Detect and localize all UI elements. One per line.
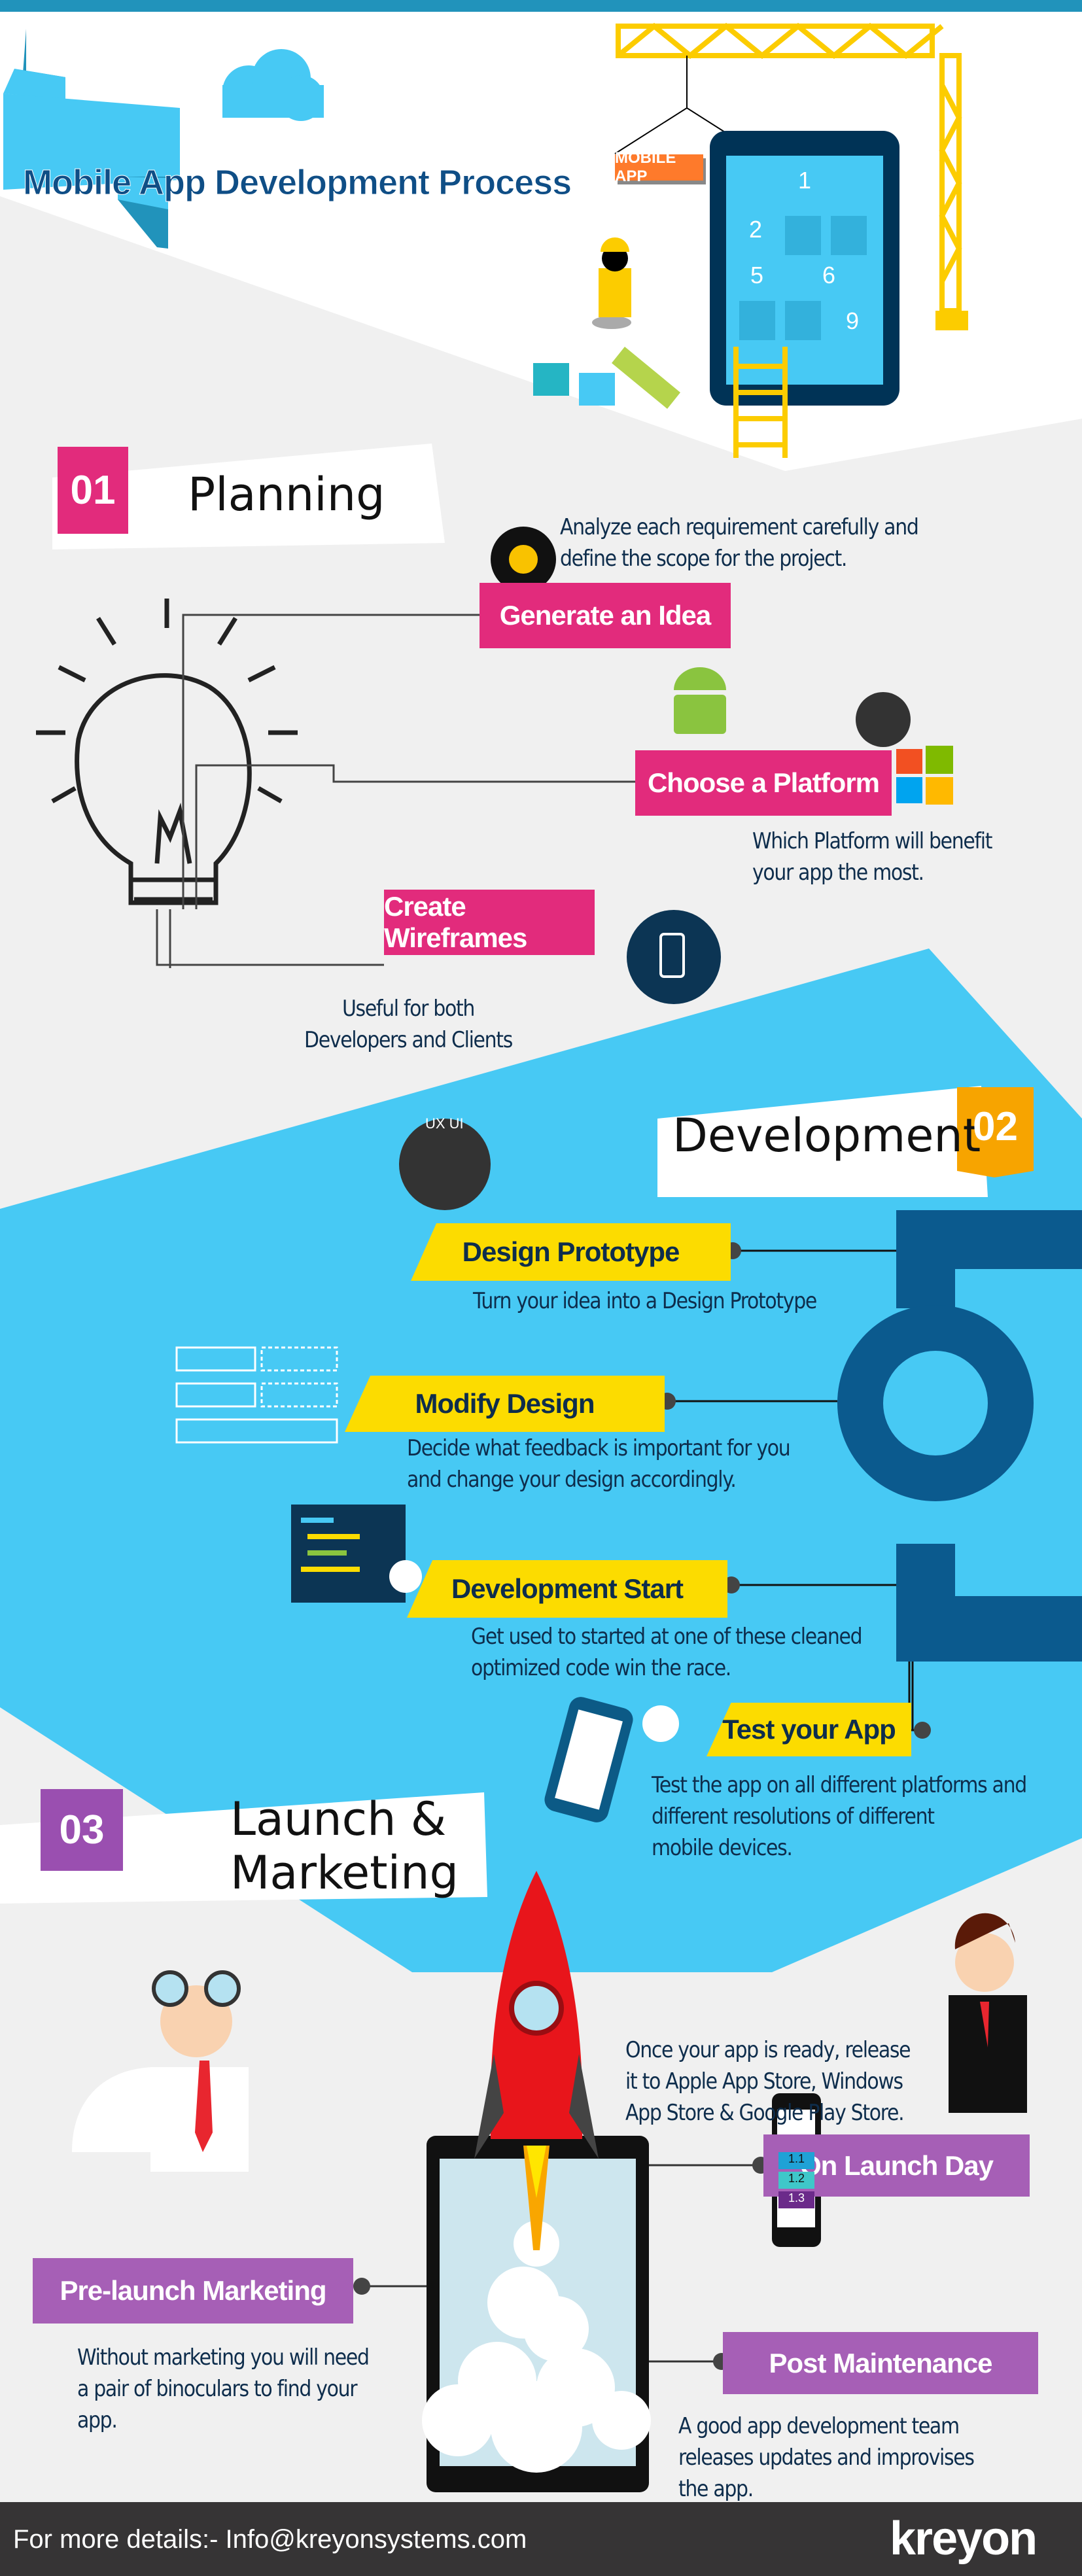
step-desc: Which Platform will benefit your app the … — [752, 828, 992, 886]
app-tile: 1 — [798, 167, 812, 194]
step-desc: Analyze each requirement carefully and de… — [560, 514, 919, 572]
phone-list-item: 1.1 — [778, 2152, 814, 2169]
step-desc: A good app development team releases upda… — [678, 2413, 975, 2502]
step-create-wireframes: Create Wireframes — [384, 890, 595, 955]
step-desc: Turn your idea into a Design Prototype — [473, 1288, 817, 1314]
development-heading: Development — [672, 1109, 981, 1162]
app-tile: 5 — [750, 262, 764, 288]
step-generate-idea: Generate an Idea — [480, 583, 731, 648]
binoculars-man-icon — [72, 1970, 249, 2172]
businessman-icon — [949, 1913, 1027, 2113]
step-development-start: Development Start — [407, 1560, 727, 1618]
step-pre-launch-marketing: Pre-launch Marketing — [33, 2258, 353, 2324]
planning-heading: Planning — [188, 468, 385, 521]
app-tile: 6 — [822, 262, 836, 288]
step-desc: Decide what feedback is important for yo… — [407, 1435, 791, 1493]
page-title: Mobile App Development Process — [22, 163, 572, 203]
launch-number: 03 — [59, 1807, 105, 1853]
step-test-your-app: Test your App — [707, 1703, 911, 1756]
phone-list-item: 1.2 — [778, 2172, 814, 2189]
bug-icon — [642, 1705, 679, 1742]
step-choose-platform: Choose a Platform — [635, 750, 892, 816]
footer-contact[interactable]: For more details:- Info@kreyonsystems.co… — [13, 2525, 527, 2554]
app-tile: 2 — [749, 216, 763, 243]
launch-heading: Launch & Marketing — [230, 1792, 459, 1900]
step-desc: Once your app is ready, release it to App… — [625, 2037, 911, 2126]
step-desc: Get used to started at one of these clea… — [471, 1624, 863, 1681]
kreyon-logo: kreyon — [890, 2513, 1038, 2565]
wireframe-icon — [627, 910, 721, 1004]
phone-list-item: 1.3 — [778, 2191, 814, 2208]
step-design-prototype: Design Prototype — [411, 1223, 731, 1281]
step-desc: Without marketing you will need a pair of… — [77, 2344, 370, 2433]
development-number: 02 — [973, 1104, 1018, 1149]
app-tile: 9 — [846, 307, 860, 334]
ux-ui-badge: UX UI — [425, 1115, 464, 1132]
android-icon — [674, 667, 726, 734]
planning-number: 01 — [70, 468, 116, 513]
step-desc: Useful for both Developers and Clients — [304, 996, 513, 1053]
code-editor-icon — [291, 1505, 422, 1603]
step-desc: Test the app on all different platforms … — [652, 1772, 1027, 1861]
step-post-maintenance: Post Maintenance — [723, 2332, 1038, 2394]
top-bar — [0, 0, 1082, 12]
lightbulb-icon — [36, 599, 298, 905]
mobile-app-sign: MOBILE APP — [615, 149, 703, 185]
apple-icon — [856, 692, 911, 747]
windows-icon — [896, 746, 953, 805]
step-modify-design: Modify Design — [345, 1376, 665, 1432]
ux-ui-icon — [399, 1119, 491, 1210]
